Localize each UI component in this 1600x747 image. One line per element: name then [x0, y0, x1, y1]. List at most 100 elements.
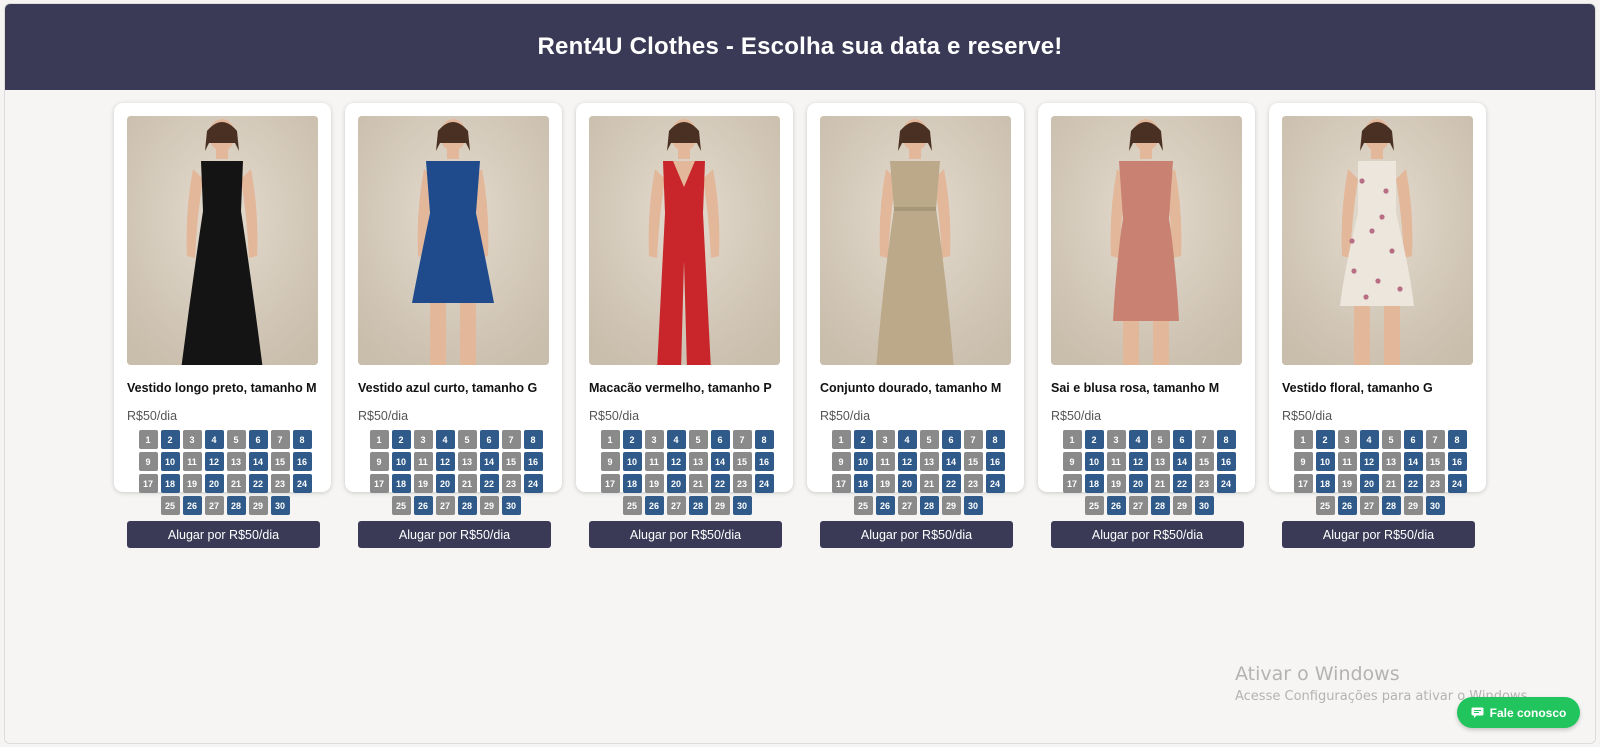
calendar-day-21[interactable]: 21	[919, 474, 939, 493]
calendar-day-9[interactable]: 9	[1062, 452, 1082, 471]
calendar-day-5[interactable]: 5	[457, 430, 477, 449]
calendar-day-17[interactable]: 17	[1293, 474, 1313, 493]
calendar-day-27[interactable]: 27	[897, 496, 917, 515]
calendar-day-14[interactable]: 14	[1172, 452, 1192, 471]
calendar-day-12[interactable]: 12	[1128, 452, 1148, 471]
calendar-day-23[interactable]: 23	[270, 474, 290, 493]
calendar-day-6[interactable]: 6	[248, 430, 268, 449]
calendar-day-7[interactable]: 7	[270, 430, 290, 449]
calendar-day-27[interactable]: 27	[1128, 496, 1148, 515]
calendar-day-28[interactable]: 28	[1381, 496, 1401, 515]
calendar-day-20[interactable]: 20	[435, 474, 455, 493]
calendar-day-13[interactable]: 13	[1381, 452, 1401, 471]
calendar-day-16[interactable]: 16	[292, 452, 312, 471]
calendar-day-25[interactable]: 25	[160, 496, 180, 515]
calendar-day-18[interactable]: 18	[391, 474, 411, 493]
calendar-day-3[interactable]: 3	[1337, 430, 1357, 449]
calendar-day-11[interactable]: 11	[875, 452, 895, 471]
calendar-day-1[interactable]: 1	[831, 430, 851, 449]
calendar-day-25[interactable]: 25	[391, 496, 411, 515]
calendar-day-8[interactable]: 8	[292, 430, 312, 449]
calendar-day-8[interactable]: 8	[523, 430, 543, 449]
calendar-day-8[interactable]: 8	[754, 430, 774, 449]
calendar-day-28[interactable]: 28	[226, 496, 246, 515]
calendar-day-5[interactable]: 5	[1150, 430, 1170, 449]
calendar-day-11[interactable]: 11	[413, 452, 433, 471]
rent-button[interactable]: Alugar por R$50/dia	[589, 521, 782, 548]
calendar-day-21[interactable]: 21	[1381, 474, 1401, 493]
calendar-day-20[interactable]: 20	[1359, 474, 1379, 493]
calendar-day-26[interactable]: 26	[875, 496, 895, 515]
calendar-day-28[interactable]: 28	[688, 496, 708, 515]
calendar-day-6[interactable]: 6	[1403, 430, 1423, 449]
calendar-day-16[interactable]: 16	[985, 452, 1005, 471]
calendar-day-11[interactable]: 11	[644, 452, 664, 471]
calendar-day-2[interactable]: 2	[1315, 430, 1335, 449]
calendar-day-19[interactable]: 19	[875, 474, 895, 493]
calendar-day-16[interactable]: 16	[523, 452, 543, 471]
calendar-day-7[interactable]: 7	[501, 430, 521, 449]
calendar-day-22[interactable]: 22	[710, 474, 730, 493]
calendar-day-4[interactable]: 4	[435, 430, 455, 449]
calendar-day-7[interactable]: 7	[1425, 430, 1445, 449]
calendar-day-18[interactable]: 18	[1084, 474, 1104, 493]
calendar-day-25[interactable]: 25	[1084, 496, 1104, 515]
calendar-day-11[interactable]: 11	[1337, 452, 1357, 471]
calendar-day-10[interactable]: 10	[1315, 452, 1335, 471]
calendar-day-21[interactable]: 21	[1150, 474, 1170, 493]
calendar-day-17[interactable]: 17	[369, 474, 389, 493]
calendar-day-13[interactable]: 13	[688, 452, 708, 471]
calendar-day-12[interactable]: 12	[1359, 452, 1379, 471]
calendar-day-20[interactable]: 20	[897, 474, 917, 493]
calendar-day-6[interactable]: 6	[479, 430, 499, 449]
calendar-day-19[interactable]: 19	[1337, 474, 1357, 493]
calendar-day-8[interactable]: 8	[1447, 430, 1467, 449]
calendar-day-20[interactable]: 20	[1128, 474, 1148, 493]
calendar-day-4[interactable]: 4	[204, 430, 224, 449]
calendar-day-4[interactable]: 4	[897, 430, 917, 449]
calendar-day-1[interactable]: 1	[600, 430, 620, 449]
calendar-day-30[interactable]: 30	[501, 496, 521, 515]
calendar-day-5[interactable]: 5	[919, 430, 939, 449]
calendar-day-16[interactable]: 16	[754, 452, 774, 471]
calendar-day-3[interactable]: 3	[644, 430, 664, 449]
calendar-day-20[interactable]: 20	[666, 474, 686, 493]
calendar-day-5[interactable]: 5	[226, 430, 246, 449]
calendar-day-26[interactable]: 26	[1106, 496, 1126, 515]
calendar-day-9[interactable]: 9	[600, 452, 620, 471]
calendar-day-14[interactable]: 14	[479, 452, 499, 471]
calendar-day-19[interactable]: 19	[644, 474, 664, 493]
calendar-day-10[interactable]: 10	[391, 452, 411, 471]
calendar-day-26[interactable]: 26	[644, 496, 664, 515]
calendar-day-23[interactable]: 23	[732, 474, 752, 493]
calendar-day-7[interactable]: 7	[1194, 430, 1214, 449]
calendar-day-29[interactable]: 29	[710, 496, 730, 515]
calendar-day-30[interactable]: 30	[963, 496, 983, 515]
calendar-day-12[interactable]: 12	[204, 452, 224, 471]
contact-chat-button[interactable]: Fale conosco	[1457, 697, 1580, 728]
calendar-day-1[interactable]: 1	[1293, 430, 1313, 449]
calendar-day-2[interactable]: 2	[622, 430, 642, 449]
calendar-day-22[interactable]: 22	[479, 474, 499, 493]
calendar-day-23[interactable]: 23	[963, 474, 983, 493]
calendar-day-12[interactable]: 12	[897, 452, 917, 471]
calendar-day-22[interactable]: 22	[248, 474, 268, 493]
calendar-day-21[interactable]: 21	[688, 474, 708, 493]
calendar-day-16[interactable]: 16	[1447, 452, 1467, 471]
calendar-day-26[interactable]: 26	[413, 496, 433, 515]
calendar-day-21[interactable]: 21	[226, 474, 246, 493]
calendar-day-15[interactable]: 15	[1194, 452, 1214, 471]
calendar-day-3[interactable]: 3	[182, 430, 202, 449]
calendar-day-8[interactable]: 8	[1216, 430, 1236, 449]
calendar-day-4[interactable]: 4	[1359, 430, 1379, 449]
calendar-day-9[interactable]: 9	[369, 452, 389, 471]
calendar-day-15[interactable]: 15	[270, 452, 290, 471]
calendar-day-1[interactable]: 1	[369, 430, 389, 449]
calendar-day-29[interactable]: 29	[941, 496, 961, 515]
calendar-day-6[interactable]: 6	[710, 430, 730, 449]
calendar-day-2[interactable]: 2	[160, 430, 180, 449]
calendar-day-24[interactable]: 24	[523, 474, 543, 493]
calendar-day-25[interactable]: 25	[853, 496, 873, 515]
calendar-day-29[interactable]: 29	[1403, 496, 1423, 515]
calendar-day-10[interactable]: 10	[160, 452, 180, 471]
